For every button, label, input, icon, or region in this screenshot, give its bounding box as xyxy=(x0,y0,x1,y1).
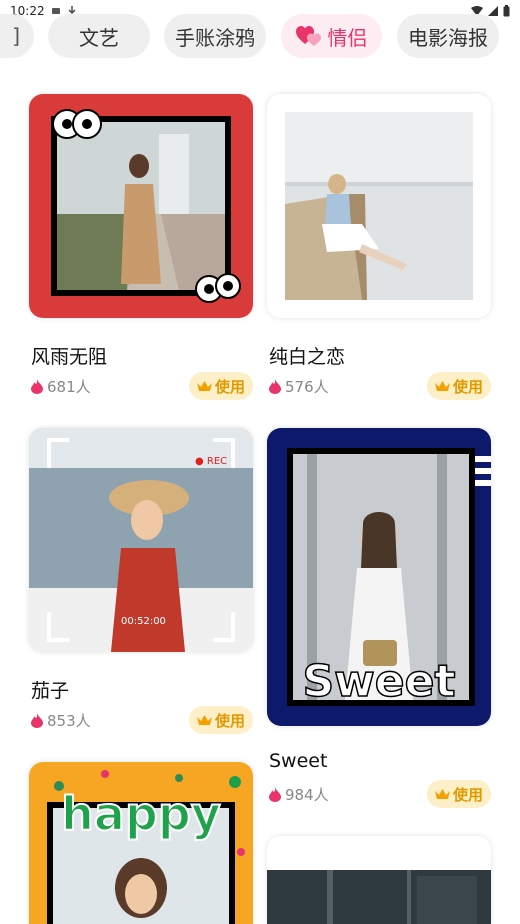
usage-count: 576人 xyxy=(267,376,329,397)
use-label: 使用 xyxy=(452,377,483,396)
happy-frame-image: happy xyxy=(29,762,253,924)
template-meta: 853人 使用 xyxy=(29,706,253,734)
usage-count-text: 681人 xyxy=(47,377,91,396)
template-card[interactable]: happy xyxy=(29,762,253,924)
template-meta: 576人 使用 xyxy=(267,372,491,400)
flame-icon xyxy=(31,712,43,728)
pure-white-frame-image xyxy=(267,94,491,318)
template-title: 茄子 xyxy=(31,680,70,702)
usage-count: 853人 xyxy=(29,710,91,731)
street-frame-image xyxy=(267,836,491,924)
flame-icon xyxy=(269,378,281,394)
template-thumbnail[interactable]: happy xyxy=(29,762,253,924)
crown-icon xyxy=(196,714,212,726)
template-card[interactable]: 风雨无阻 681人 使用 xyxy=(29,94,253,400)
use-template-button[interactable]: 使用 xyxy=(426,372,491,400)
template-thumbnail[interactable]: ● REC 00:52:00 xyxy=(29,428,253,652)
sweet-frame-text: Sweet xyxy=(302,656,455,707)
use-template-button[interactable]: 使用 xyxy=(188,372,253,400)
tab-label: 电影海报 xyxy=(408,25,488,50)
template-card[interactable] xyxy=(267,836,491,924)
use-template-button[interactable]: 使用 xyxy=(188,706,253,734)
tab-label: ] xyxy=(12,24,20,48)
tab-wenyi[interactable]: 文艺 xyxy=(48,14,150,58)
use-label: 使用 xyxy=(214,711,245,730)
template-card[interactable]: ● REC 00:52:00 茄子 853人 使用 xyxy=(29,428,253,734)
flame-icon xyxy=(31,378,43,394)
tab-qinglv[interactable]: 情侣 xyxy=(281,14,382,58)
usage-count: 984人 xyxy=(267,784,329,805)
template-card[interactable]: Sweet Sweet 984人 使用 xyxy=(267,428,491,808)
template-title: 纯白之恋 xyxy=(269,346,346,368)
template-title: 风雨无阻 xyxy=(31,346,108,368)
rainy-frame-image xyxy=(29,94,253,318)
tab-label: 情侣 xyxy=(327,25,368,50)
crown-icon xyxy=(434,788,450,800)
template-card[interactable]: 纯白之恋 576人 使用 xyxy=(267,94,491,400)
template-meta: 681人 使用 xyxy=(29,372,253,400)
hearts-icon xyxy=(295,25,322,47)
crown-icon xyxy=(196,380,212,392)
template-thumbnail[interactable] xyxy=(29,94,253,318)
usage-count-text: 576人 xyxy=(285,377,329,396)
tab-label: 文艺 xyxy=(79,25,119,50)
camera-frame-image: ● REC 00:52:00 xyxy=(29,428,253,652)
tab-previous[interactable]: ] xyxy=(0,14,34,58)
usage-count-text: 853人 xyxy=(47,711,91,730)
sweet-frame-image: Sweet xyxy=(267,428,491,726)
happy-frame-text: happy xyxy=(61,787,221,841)
template-thumbnail[interactable]: Sweet xyxy=(267,428,491,726)
tab-shouzhang-tuya[interactable]: 手账涂鸦 xyxy=(164,14,266,58)
template-meta: 984人 使用 xyxy=(267,780,491,808)
use-template-button[interactable]: 使用 xyxy=(426,780,491,808)
template-title: Sweet xyxy=(269,750,328,772)
tab-label: 手账涂鸦 xyxy=(175,25,255,50)
use-label: 使用 xyxy=(214,377,245,396)
template-thumbnail[interactable] xyxy=(267,836,491,924)
rec-label: ● REC xyxy=(195,456,227,467)
template-thumbnail[interactable] xyxy=(267,94,491,318)
usage-count: 681人 xyxy=(29,376,91,397)
timer-label: 00:52:00 xyxy=(121,616,166,627)
tab-dianying-haibao[interactable]: 电影海报 xyxy=(397,14,499,58)
category-tabs: ] 文艺 手账涂鸦 情侣 电影海报 xyxy=(0,14,520,58)
flame-icon xyxy=(269,786,281,802)
crown-icon xyxy=(434,380,450,392)
use-label: 使用 xyxy=(452,785,483,804)
usage-count-text: 984人 xyxy=(285,785,329,804)
